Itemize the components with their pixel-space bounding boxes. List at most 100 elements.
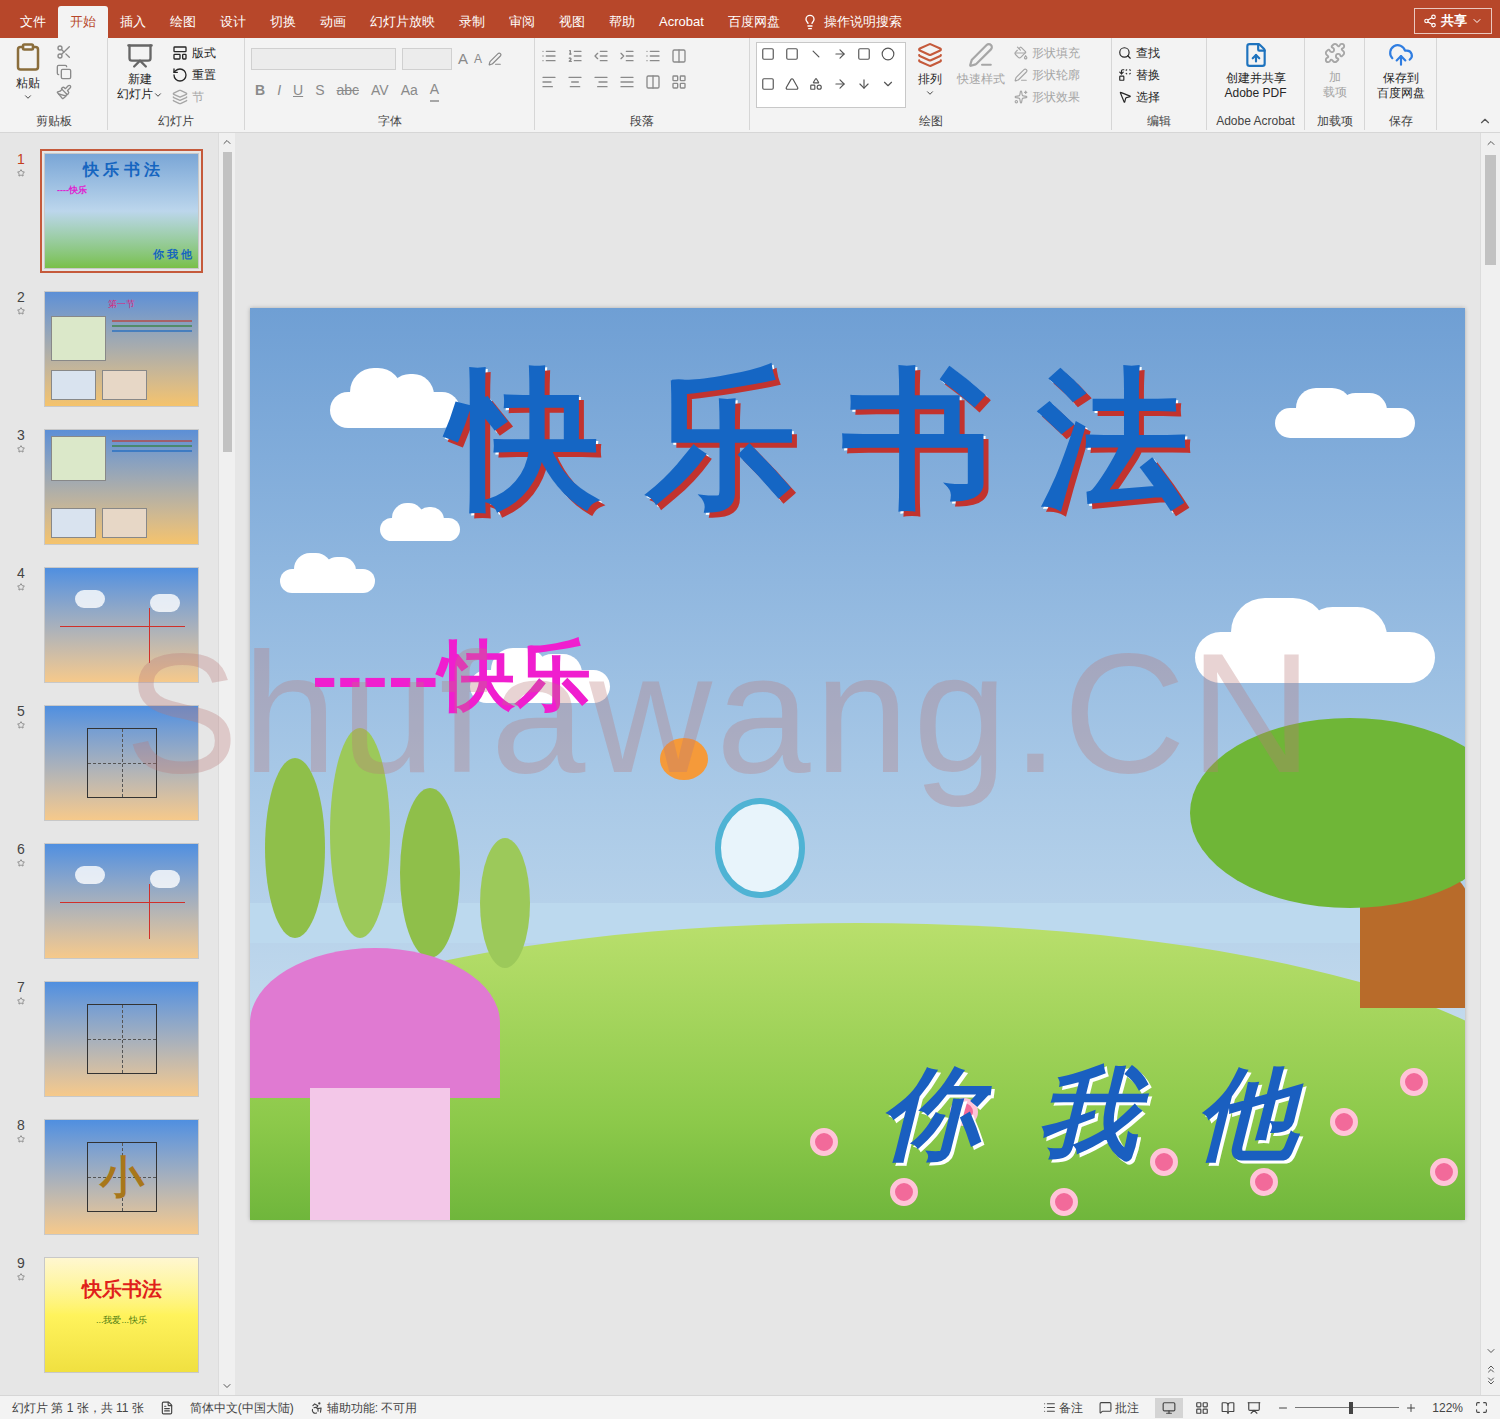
format-button[interactable]: B [255, 80, 265, 101]
thumbnail-row[interactable]: 7 [2, 977, 218, 1115]
ribbon-tab[interactable]: 视图 [547, 6, 597, 38]
text-direction-icon[interactable] [671, 48, 687, 64]
next-slide-icon[interactable] [1485, 1375, 1497, 1387]
shape-option-button[interactable]: 形状填充 [1014, 42, 1080, 64]
collapse-ribbon-icon[interactable] [1478, 114, 1492, 128]
font-color-button[interactable]: A [430, 79, 439, 102]
connector-icon[interactable] [809, 77, 823, 91]
decrease-indent-icon[interactable] [593, 48, 609, 64]
scroll-down-icon[interactable] [221, 1380, 233, 1392]
block-arrow-right-icon[interactable] [833, 77, 847, 91]
arrow-line-icon[interactable] [833, 47, 847, 61]
thumbnail-row[interactable]: 2第一节 [2, 287, 218, 425]
slideshow-icon[interactable] [1247, 1401, 1261, 1415]
ribbon-tab[interactable]: 百度网盘 [716, 6, 792, 38]
justify-icon[interactable] [619, 74, 635, 90]
format-painter-icon[interactable] [56, 84, 72, 100]
columns-icon[interactable] [645, 74, 661, 90]
ribbon-tab[interactable]: 动画 [308, 6, 358, 38]
gallery-more-icon[interactable] [881, 77, 895, 91]
ribbon-tab[interactable]: 设计 [208, 6, 258, 38]
ribbon-tab[interactable]: 开始 [58, 6, 108, 38]
format-button[interactable]: S [315, 80, 324, 101]
cut-icon[interactable] [56, 44, 72, 60]
rectangle-icon[interactable] [857, 47, 871, 61]
previous-slide-icon[interactable] [1485, 1363, 1497, 1375]
ribbon-tab[interactable]: 绘图 [158, 6, 208, 38]
align-center-icon[interactable] [567, 74, 583, 90]
ribbon-tab[interactable]: 审阅 [497, 6, 547, 38]
format-button[interactable]: U [293, 80, 303, 101]
layout-button[interactable]: 版式 [172, 42, 216, 64]
spelling-icon[interactable] [160, 1401, 174, 1415]
thumbnail-row[interactable]: 6 [2, 839, 218, 977]
thumbnail-row[interactable]: 5 [2, 701, 218, 839]
ribbon-tab[interactable]: 插入 [108, 6, 158, 38]
quick-styles-button[interactable]: 快速样式 [954, 42, 1008, 88]
shape-option-button[interactable]: 形状轮廓 [1014, 64, 1080, 86]
normal-view-button[interactable] [1155, 1398, 1183, 1418]
format-button[interactable]: abc [336, 80, 359, 101]
align-left-icon[interactable] [541, 74, 557, 90]
slide-footer[interactable]: 你我他 [880, 1056, 1296, 1171]
line-icon[interactable] [806, 44, 826, 64]
comments-button[interactable]: 批注 [1099, 1399, 1139, 1417]
ribbon-tab[interactable]: 文件 [8, 6, 58, 38]
tell-me-search[interactable]: 操作说明搜索 [802, 6, 902, 38]
smartart-icon[interactable] [671, 74, 687, 90]
zoom-thumb[interactable] [1349, 1402, 1353, 1414]
shape-option-button[interactable]: 形状效果 [1014, 86, 1080, 108]
block-arrow-down-icon[interactable] [857, 77, 871, 91]
thumbnail-row[interactable]: 9快乐书法...我爱...快乐 [2, 1253, 218, 1391]
oval-icon[interactable] [881, 47, 895, 61]
thumbnail-row[interactable]: 3 [2, 425, 218, 563]
notes-button[interactable]: 备注 [1043, 1399, 1083, 1417]
editing-button[interactable]: 选择 [1118, 86, 1160, 108]
grow-font-button[interactable]: A [458, 48, 468, 71]
new-slide-button[interactable]: 新建幻灯片 [114, 42, 166, 102]
clear-format-icon[interactable] [488, 52, 502, 66]
editing-button[interactable]: 替换 [1118, 64, 1160, 86]
shrink-font-button[interactable]: A [474, 50, 482, 68]
create-pdf-button[interactable]: 创建并共享Adobe PDF [1213, 42, 1298, 101]
rounded-rectangle-icon[interactable] [761, 77, 775, 91]
scroll-up-icon[interactable] [1485, 137, 1497, 149]
ribbon-tab[interactable]: 帮助 [597, 6, 647, 38]
format-button[interactable]: Aa [401, 80, 418, 101]
format-button[interactable]: I [277, 80, 281, 101]
bullets-icon[interactable] [541, 48, 557, 64]
line-spacing-icon[interactable] [645, 48, 661, 64]
sorter-view-icon[interactable] [1195, 1401, 1209, 1415]
accessibility[interactable]: 辅助功能: 不可用 [310, 1399, 418, 1417]
slide-subtitle[interactable]: -----快乐 [312, 630, 591, 721]
font-size-combobox[interactable] [402, 48, 452, 70]
thumbnail-row[interactable]: 8小 [2, 1115, 218, 1253]
vertical-textbox-icon[interactable] [785, 47, 799, 61]
scroll-thumb[interactable] [223, 152, 232, 452]
numbering-icon[interactable] [567, 48, 583, 64]
copy-icon[interactable] [56, 64, 72, 80]
fit-to-window-icon[interactable] [1475, 1401, 1488, 1414]
format-button[interactable]: AV [371, 80, 389, 101]
triangle-icon[interactable] [785, 77, 799, 91]
scroll-down-icon[interactable] [1485, 1345, 1497, 1357]
shapes-gallery[interactable] [756, 42, 906, 108]
reading-view-icon[interactable] [1221, 1401, 1235, 1415]
slide-title[interactable]: 快乐书法 [450, 353, 1188, 526]
editor-scrollbar[interactable] [1480, 133, 1500, 1395]
scroll-thumb[interactable] [1485, 155, 1496, 265]
ribbon-tab[interactable]: 幻灯片放映 [358, 6, 447, 38]
arrange-button[interactable]: 排列 [912, 42, 948, 98]
zoom-level[interactable]: 122% [1423, 1399, 1463, 1417]
save-to-baidu-button[interactable]: 保存到百度网盘 [1371, 42, 1430, 101]
align-right-icon[interactable] [593, 74, 609, 90]
zoom-out-icon[interactable] [1277, 1402, 1289, 1414]
thumbnail-scrollbar[interactable] [218, 133, 235, 1395]
ribbon-tab[interactable]: Acrobat [647, 6, 716, 38]
language[interactable]: 简体中文(中国大陆) [190, 1399, 294, 1417]
paste-button[interactable]: 粘贴 [6, 42, 50, 102]
editing-button[interactable]: 查找 [1118, 42, 1160, 64]
zoom-slider[interactable] [1295, 1402, 1399, 1414]
addins-button[interactable]: 加载项 [1311, 42, 1358, 100]
thumbnail-row[interactable]: 1快 乐 书 法----快乐你 我 他 [2, 149, 218, 287]
